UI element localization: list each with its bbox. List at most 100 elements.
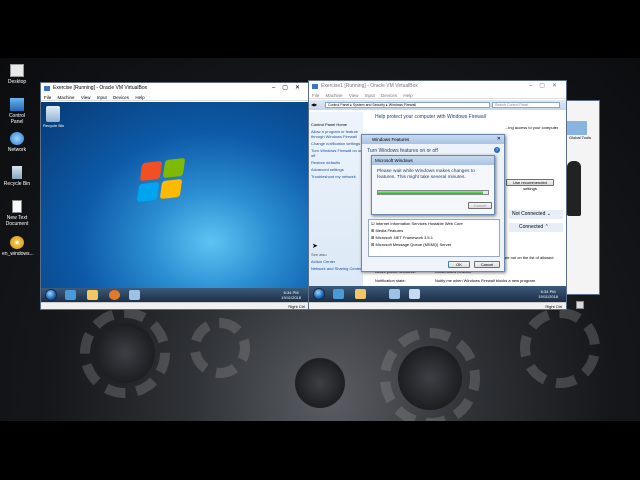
gear-decoration xyxy=(95,323,155,383)
menu-machine[interactable]: Machine xyxy=(326,93,343,98)
progress-cancel-button[interactable]: Cancel xyxy=(468,202,492,209)
private-network-row[interactable]: Not Connected ⌄ xyxy=(509,210,563,219)
breadcrumb[interactable]: Control Panel ▸ System and Security ▸ Wi… xyxy=(325,102,490,108)
breadcrumb-system-security[interactable]: System and Security xyxy=(353,103,385,107)
feature-label: Internet Information Services Hostable W… xyxy=(375,221,463,226)
start-button[interactable] xyxy=(313,288,325,300)
menu-file[interactable]: File xyxy=(312,93,319,98)
progress-titlebar[interactable]: Microsoft Windows xyxy=(372,156,494,165)
desktop-icon-desktop[interactable]: Desktop xyxy=(2,64,32,85)
feature-label: Microsoft .NET Framework 3.5.1 xyxy=(375,235,433,240)
sidebar-control-panel-home[interactable]: Control Panel Home xyxy=(311,122,363,127)
vm2-menubar: File Machine View Input Devices Help xyxy=(309,92,566,99)
ok-button[interactable]: OK xyxy=(448,261,470,268)
feature-item[interactable]: ⊞ Media Features xyxy=(369,227,499,234)
feature-item[interactable]: ⊞ Microsoft .NET Framework 3.5.1 xyxy=(369,234,499,241)
desktop-icon-text-document[interactable]: New Text Document xyxy=(2,200,32,227)
desktop-icon-network[interactable]: Network xyxy=(2,132,32,153)
gear-decoration xyxy=(295,358,345,408)
sidebar-allow-program[interactable]: Allow a program or feature through Windo… xyxy=(311,129,363,139)
search-input[interactable]: Search Control Panel xyxy=(492,102,560,108)
desktop-icon-control-panel[interactable]: Control Panel xyxy=(2,98,32,125)
desktop-icon-label: en_windows... xyxy=(2,251,34,257)
vm2-titlebar[interactable]: Exercise1 [Running] - Oracle VM VirtualB… xyxy=(309,81,566,92)
feature-item[interactable]: ☑ Internet Information Services Hostable… xyxy=(369,220,499,227)
menu-view[interactable]: View xyxy=(81,95,91,100)
gear-decoration xyxy=(520,308,600,388)
desktop-icon-label: Desktop xyxy=(7,79,27,85)
menu-help[interactable]: Help xyxy=(403,93,412,98)
recycle-bin-label: Recycle Bin xyxy=(43,123,65,128)
control-panel-icon xyxy=(10,98,24,111)
menu-input[interactable]: Input xyxy=(365,93,375,98)
media-player-icon[interactable] xyxy=(109,290,120,300)
ie-icon[interactable] xyxy=(65,290,76,300)
features-title: Windows Features xyxy=(372,137,410,142)
vm2-screen[interactable]: ◀▶ Control Panel ▸ System and Security ▸… xyxy=(309,100,566,302)
vm1-screen[interactable]: Recycle Bin 6:34 PM 19/11/2018 xyxy=(41,102,309,302)
features-list[interactable]: ☑ Internet Information Services Hostable… xyxy=(368,219,500,257)
vm1-statusbar: Right Ctrl xyxy=(41,302,309,309)
gear-decoration xyxy=(398,346,462,410)
disc-image-icon xyxy=(10,236,24,249)
menu-help[interactable]: Help xyxy=(135,95,144,100)
link-network-sharing[interactable]: Network and Sharing Center xyxy=(311,266,363,271)
use-recommended-button[interactable]: Use recommended settings xyxy=(506,179,554,191)
ie-icon[interactable] xyxy=(333,289,344,299)
sidebar-restore-defaults[interactable]: Restore defaults xyxy=(311,160,363,165)
window-controls[interactable]: –▢✕ xyxy=(272,83,307,94)
close-icon[interactable]: ✕ xyxy=(497,135,501,144)
feature-item[interactable]: ⊞ Microsoft Message Queue (MSMQ) Server xyxy=(369,241,499,248)
page-heading: Help protect your computer with Windows … xyxy=(375,114,486,120)
recycle-bin-icon xyxy=(12,166,22,179)
sidebar-turn-firewall[interactable]: Turn Windows Firewall on or off xyxy=(311,148,363,158)
vm1-titlebar[interactable]: Exercise [Running] - Oracle VM VirtualBo… xyxy=(41,83,309,94)
vm1-clock: 6:34 PM 19/11/2018 xyxy=(281,290,301,300)
menu-file[interactable]: File xyxy=(44,95,51,100)
breadcrumb-control-panel[interactable]: Control Panel xyxy=(328,103,349,107)
control-panel-icon[interactable] xyxy=(129,290,140,300)
progress-bar xyxy=(377,190,489,195)
menu-devices[interactable]: Devices xyxy=(113,95,129,100)
menu-machine[interactable]: Machine xyxy=(58,95,75,100)
menu-devices[interactable]: Devices xyxy=(381,93,397,98)
virtualbox-icon xyxy=(312,84,318,89)
window-controls[interactable]: –▢✕ xyxy=(529,81,564,92)
nav-buttons[interactable]: ◀▶ xyxy=(311,102,323,108)
host-key-label: Right Ctrl xyxy=(288,304,305,309)
clock-date: 19/11/2018 xyxy=(538,294,558,299)
sidebar-change-notification[interactable]: Change notification settings xyxy=(311,141,363,146)
clock-date: 19/11/2018 xyxy=(281,295,301,300)
recycle-bin-icon[interactable] xyxy=(46,106,60,122)
breadcrumb-windows-firewall[interactable]: Windows Firewall xyxy=(389,103,416,107)
desktop-icon-disc-image[interactable]: en_windows... xyxy=(2,236,34,257)
explorer-icon[interactable] xyxy=(87,290,98,300)
desktop-icon-label: Network xyxy=(7,147,27,153)
desktop-icon-label: Control Panel xyxy=(8,113,26,125)
progress-dialog[interactable]: Microsoft Windows Please wait while Wind… xyxy=(371,155,495,215)
desktop-icon-label: Recycle Bin xyxy=(3,181,31,187)
vm1-title: Exercise [Running] - Oracle VM VirtualBo… xyxy=(53,85,148,91)
menu-input[interactable]: Input xyxy=(97,95,107,100)
vm2-statusbar: Right Ctrl xyxy=(309,302,566,309)
public-network-row[interactable]: Connected ⌃ xyxy=(509,223,563,232)
global-tools-label: Global Tools xyxy=(569,135,591,140)
features-titlebar[interactable]: Windows Features ✕ xyxy=(362,135,504,144)
start-button[interactable] xyxy=(45,289,57,301)
link-action-center[interactable]: Action Center xyxy=(311,259,363,264)
desktop-icon-recycle-bin[interactable]: Recycle Bin xyxy=(2,166,32,187)
features-icon[interactable] xyxy=(409,289,420,299)
address-bar-area: ◀▶ Control Panel ▸ System and Security ▸… xyxy=(309,100,566,110)
sidebar-advanced-settings[interactable]: Advanced settings xyxy=(311,167,363,172)
help-icon[interactable]: ? xyxy=(494,147,500,153)
vm-window-exercise[interactable]: Exercise [Running] - Oracle VM VirtualBo… xyxy=(40,82,310,310)
progress-title: Microsoft Windows xyxy=(375,158,413,163)
sidebar-troubleshoot[interactable]: Troubleshoot my network xyxy=(311,174,363,179)
menu-view[interactable]: View xyxy=(349,93,359,98)
silhouette-icon xyxy=(567,161,581,216)
cancel-button[interactable]: Cancel xyxy=(474,261,500,268)
control-panel-icon[interactable] xyxy=(389,289,400,299)
vm-window-exercise1[interactable]: Exercise1 [Running] - Oracle VM VirtualB… xyxy=(308,80,567,310)
window-icon xyxy=(576,301,584,309)
explorer-icon[interactable] xyxy=(355,289,366,299)
